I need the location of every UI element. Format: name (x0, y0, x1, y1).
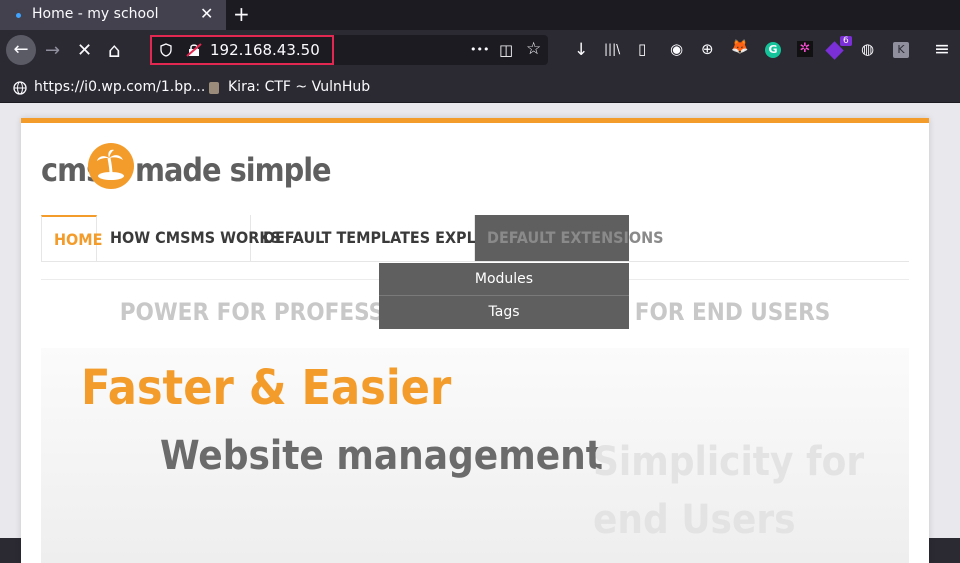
k-extension-icon[interactable]: K (893, 42, 909, 58)
banner-left-text: Website management (160, 433, 603, 479)
banner-heading: Faster & Easier (81, 360, 452, 416)
tab-title: Home - my school (32, 6, 159, 22)
cookie-extension-icon[interactable]: ◍ (861, 40, 874, 58)
nav-default-extensions[interactable]: DEFAULT EXTENSIONS (475, 215, 663, 261)
account-icon[interactable]: ◉ (670, 40, 683, 58)
globe-extension-icon[interactable]: ⊕ (701, 40, 714, 58)
site-navigation: HOME HOW CMSMS WORKS DEFAULT TEMPLATES E… (41, 215, 909, 262)
url-text[interactable]: 192.168.43.50 (210, 41, 320, 59)
stop-button[interactable]: ✕ (77, 40, 92, 61)
active-tab[interactable]: Home - my school ✕ (0, 0, 226, 30)
nav-how-cmsms-works[interactable]: HOW CMSMS WORKS (98, 215, 281, 261)
dropdown-item-tags[interactable]: Tags (379, 296, 629, 329)
fox-extension-icon[interactable]: 🦊 (731, 39, 748, 55)
sidebar-icon[interactable]: ▯ (638, 40, 646, 58)
bookmark-item-image[interactable]: https://i0.wp.com/1.bp... (34, 79, 205, 95)
back-button[interactable]: ← (6, 35, 36, 65)
bookmark-item-kira[interactable]: Kira: CTF ~ VulnHub (228, 79, 370, 95)
nav-default-templates[interactable]: DEFAULT TEMPLATES EXPLAINED (251, 215, 526, 261)
tab-close-icon[interactable]: ✕ (200, 4, 213, 23)
pocket-icon[interactable]: ◫ (499, 41, 513, 59)
bookmark-star-icon[interactable]: ☆ (526, 39, 541, 59)
forward-button[interactable]: → (45, 40, 60, 61)
extensions-dropdown: Modules Tags (379, 263, 629, 329)
menu-icon[interactable]: ≡ (934, 38, 950, 60)
home-button[interactable]: ⌂ (108, 38, 121, 62)
web-content: cms made simple HOME HOW CMSMS WORKS DEF… (0, 103, 960, 563)
nav-toolbar: ← → ✕ ⌂ 192.168.43.50 ••• ◫ ☆ ↓ |||\ ▯ ◉… (0, 30, 960, 72)
globe-icon (13, 81, 27, 95)
star-extension-icon[interactable]: ✲ (797, 41, 813, 57)
hero-banner: Faster & Easier Website management Simpl… (41, 348, 909, 563)
extension-badge: 6 (840, 36, 852, 46)
grammarly-icon[interactable]: G (765, 42, 781, 58)
nav-home[interactable]: HOME (41, 215, 102, 261)
new-tab-button[interactable]: + (233, 2, 250, 26)
logo-text-made-simple[interactable]: made simple (135, 151, 332, 189)
loading-icon (16, 13, 21, 18)
shield-icon[interactable] (160, 43, 172, 57)
tab-strip: Home - my school ✕ + (0, 0, 960, 30)
page-icon (209, 82, 219, 94)
bookmarks-bar: https://i0.wp.com/1.bp... Kira: CTF ~ Vu… (0, 72, 960, 103)
dropdown-item-modules[interactable]: Modules (379, 263, 629, 296)
page-actions-icon[interactable]: ••• (470, 43, 489, 56)
palm-island-logo-icon[interactable] (88, 143, 134, 189)
download-icon[interactable]: ↓ (574, 40, 588, 60)
library-icon[interactable]: |||\ (604, 42, 620, 56)
banner-right-text: Simplicity for end Users (593, 439, 865, 543)
insecure-lock-icon[interactable] (186, 43, 202, 57)
cms-page: cms made simple HOME HOW CMSMS WORKS DEF… (21, 118, 929, 563)
